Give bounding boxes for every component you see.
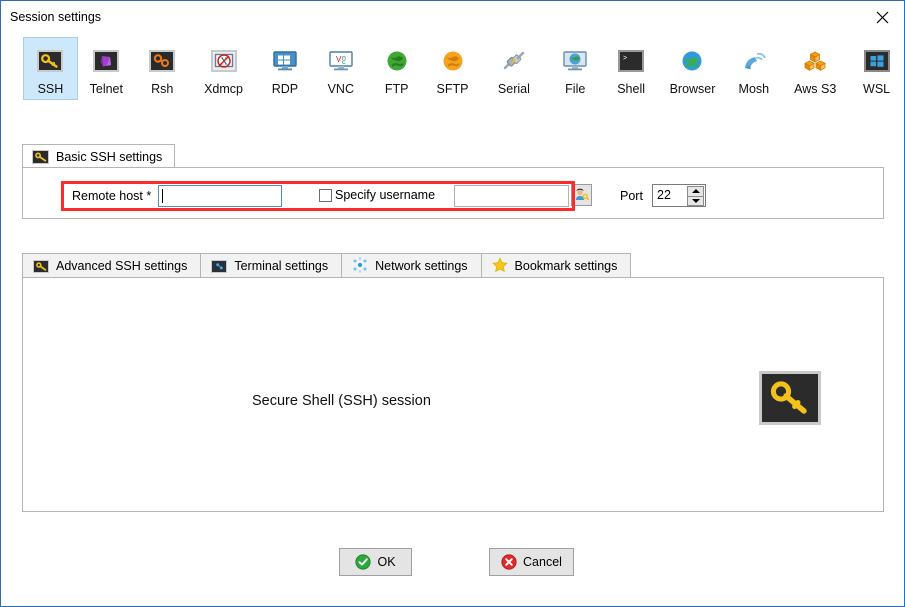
session-type-label: FTP	[384, 82, 409, 96]
session-type-ssh[interactable]: SSH	[23, 37, 78, 100]
spinner-down-icon	[691, 198, 700, 203]
svg-text:c: c	[342, 59, 346, 66]
checkbox-box	[319, 188, 332, 202]
username-input[interactable]	[454, 185, 569, 207]
tab-bookmark-settings-label: Bookmark settings	[514, 259, 618, 273]
tab-advanced-ssh-settings-label: Advanced SSH settings	[56, 259, 188, 273]
session-type-label: Telnet	[89, 82, 123, 96]
close-button[interactable]	[859, 2, 904, 32]
ok-button[interactable]: OK	[339, 548, 412, 576]
mosh-satellite-icon	[738, 45, 770, 77]
specify-username-label: Specify username	[335, 188, 436, 202]
remote-host-input[interactable]	[158, 185, 282, 207]
page-title: Session settings	[10, 10, 102, 24]
terminal-settings-icon	[211, 259, 228, 273]
session-type-mosh[interactable]: Mosh	[726, 37, 781, 100]
tab-bookmark-settings[interactable]: Bookmark settings	[480, 253, 632, 278]
session-description-panel	[22, 277, 884, 512]
sftp-globe-icon	[437, 45, 469, 77]
session-type-label: SFTP	[436, 82, 469, 96]
session-type-aws-s3[interactable]: Aws S3	[782, 37, 848, 100]
session-type-label: Mosh	[738, 82, 770, 96]
tab-terminal-settings-label: Terminal settings	[234, 259, 329, 273]
rsh-gears-icon	[146, 45, 178, 77]
session-type-serial[interactable]: Serial	[481, 37, 547, 100]
port-value: 22	[657, 188, 671, 202]
shell-prompt-icon: >	[615, 45, 647, 77]
session-type-shell[interactable]: > Shell	[604, 37, 659, 100]
vnc-monitor-icon: V n c	[325, 45, 357, 77]
text-caret	[162, 189, 163, 203]
session-type-rsh[interactable]: Rsh	[135, 37, 190, 100]
rdp-monitor-icon	[269, 45, 301, 77]
star-icon	[491, 256, 508, 276]
xdmcp-monitor-icon: X	[208, 45, 240, 77]
session-type-label: SSH	[37, 82, 64, 96]
spinner-up-icon	[691, 189, 700, 194]
check-circle-icon	[355, 554, 372, 570]
svg-text:>: >	[623, 55, 627, 63]
wsl-windows-icon	[861, 45, 893, 77]
session-type-label: File	[565, 82, 586, 96]
session-type-xdmcp[interactable]: X Xdmcp	[191, 37, 257, 100]
spinner-down-button[interactable]	[687, 195, 704, 206]
port-stepper-arrows	[687, 186, 704, 206]
user-credentials-button[interactable]	[571, 184, 592, 206]
specify-username-checkbox[interactable]: Specify username	[319, 188, 435, 202]
tab-basic-ssh-settings[interactable]: Basic SSH settings	[22, 144, 176, 168]
close-icon	[876, 11, 888, 23]
session-description-text: Secure Shell (SSH) session	[252, 393, 431, 409]
ssh-key-large-icon	[759, 371, 821, 425]
user-credentials-icon	[576, 188, 589, 200]
telnet-gem-icon	[90, 45, 122, 77]
session-type-label: WSL	[863, 82, 891, 96]
cancel-button[interactable]: Cancel	[489, 548, 574, 576]
remote-host-label: Remote host *	[72, 189, 152, 203]
title-bar: Session settings	[2, 2, 904, 32]
network-nodes-icon	[352, 256, 368, 276]
basic-settings-tabstrip: Basic SSH settings	[22, 144, 884, 168]
session-type-ftp[interactable]: FTP	[369, 37, 424, 100]
ssh-key-icon	[32, 149, 49, 164]
session-type-label: Aws S3	[794, 82, 837, 96]
session-type-label: Browser	[669, 82, 716, 96]
session-type-vnc[interactable]: V n c VNC	[313, 37, 368, 100]
session-type-label: Serial	[497, 82, 530, 96]
ssh-key-icon	[33, 259, 49, 273]
session-type-label: VNC	[327, 82, 354, 96]
file-monitor-icon	[559, 45, 591, 77]
tab-network-settings[interactable]: Network settings	[341, 253, 481, 278]
browser-globe-icon	[676, 45, 708, 77]
session-type-telnet[interactable]: Telnet	[79, 37, 134, 100]
cancel-button-label: Cancel	[523, 555, 562, 569]
ok-button-label: OK	[377, 555, 396, 569]
session-type-rdp[interactable]: RDP	[257, 37, 312, 100]
session-type-wsl[interactable]: WSL	[849, 37, 904, 100]
port-label: Port	[620, 189, 643, 203]
serial-plug-icon	[498, 45, 530, 77]
session-settings-dialog: Session settings SSH Telnet Rsh Xdmcp RD…	[0, 0, 905, 607]
port-stepper[interactable]: 22	[652, 184, 706, 207]
tab-terminal-settings[interactable]: Terminal settings	[200, 253, 342, 278]
lower-tabstrip: Advanced SSH settings Terminal settings	[22, 253, 632, 278]
x-circle-icon	[501, 554, 517, 570]
session-type-browser[interactable]: Browser	[660, 37, 726, 100]
tab-advanced-ssh-settings[interactable]: Advanced SSH settings	[22, 253, 201, 278]
session-type-label: Xdmcp	[204, 82, 243, 96]
session-type-strip: SSH Telnet Rsh Xdmcp RDP V n c VNC FTP S…	[2, 37, 904, 115]
session-type-label: RDP	[271, 82, 299, 96]
ssh-key-icon	[34, 45, 66, 77]
session-type-file[interactable]: File	[548, 37, 603, 100]
session-type-label: Shell	[617, 82, 646, 96]
aws-s3-boxes-icon	[799, 45, 831, 77]
ftp-globe-icon	[381, 45, 413, 77]
basic-settings-panel	[22, 167, 884, 219]
tab-basic-ssh-settings-label: Basic SSH settings	[56, 149, 163, 164]
session-type-sftp[interactable]: SFTP	[425, 37, 480, 100]
session-type-label: Rsh	[151, 82, 174, 96]
tab-network-settings-label: Network settings	[375, 259, 468, 273]
